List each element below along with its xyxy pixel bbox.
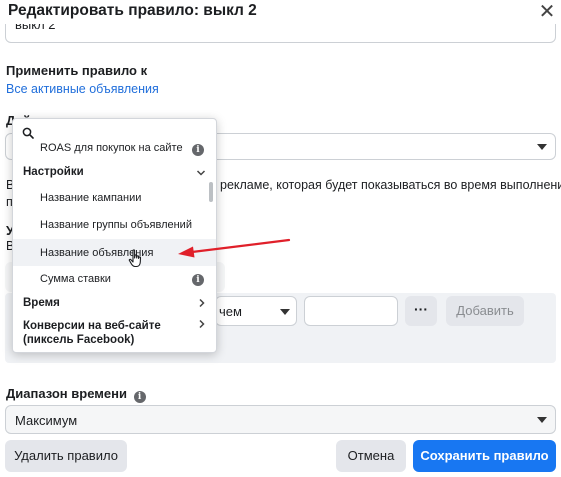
- red-arrow: [178, 238, 291, 258]
